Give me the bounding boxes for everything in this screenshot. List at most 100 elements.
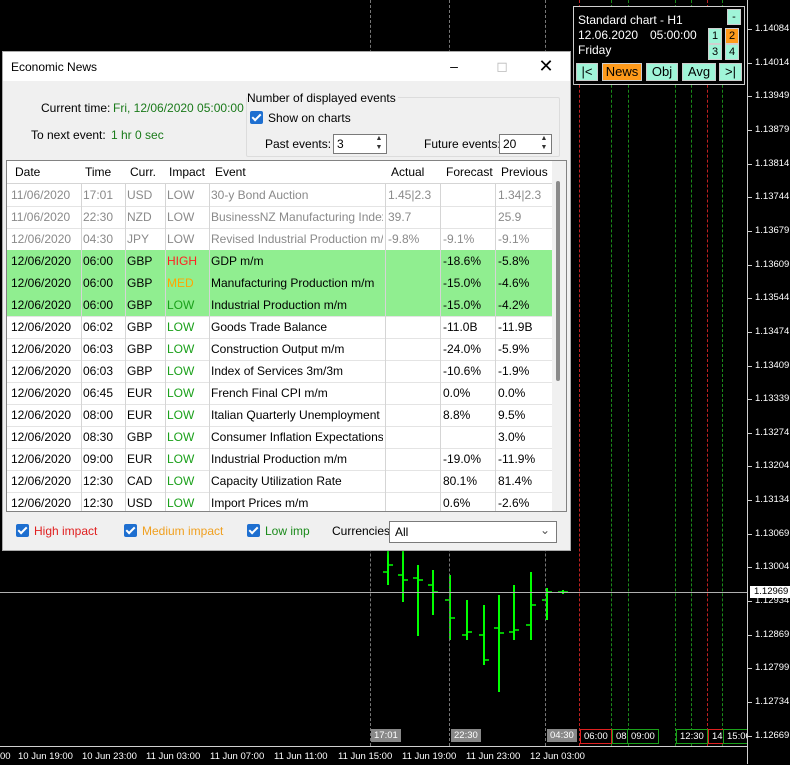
table-cell: 3.0% (498, 430, 526, 444)
column-separator (440, 316, 441, 338)
column-separator (209, 426, 210, 448)
column-header[interactable]: Forecast (446, 165, 493, 179)
scrollbar-thumb[interactable] (556, 181, 560, 381)
column-separator (495, 426, 496, 448)
price-tick (748, 500, 752, 501)
low-impact-checkbox[interactable] (247, 524, 260, 537)
column-separator (495, 228, 496, 250)
past-events-input[interactable]: 3 ▲ ▼ (333, 134, 387, 154)
column-separator (495, 250, 496, 272)
column-separator (385, 294, 386, 316)
table-row[interactable]: 11/06/2020 22:30 NZD LOW BusinessNZ Manufact… (7, 206, 552, 229)
spin-up-icon[interactable]: ▲ (538, 135, 550, 143)
column-separator (385, 404, 386, 426)
column-header[interactable]: Actual (391, 165, 424, 179)
column-separator (440, 470, 441, 492)
table-cell: 06:00 (83, 254, 114, 268)
column-separator (385, 316, 386, 338)
button-4[interactable]: 4 (725, 44, 739, 60)
table-cell: 08:00 (83, 408, 114, 422)
events-table[interactable]: Date Time Curr. Impact Event Actual Fore… (6, 160, 567, 512)
chart-day: Friday (578, 43, 612, 57)
column-separator (81, 360, 82, 382)
tab-avg[interactable]: Avg (682, 63, 716, 81)
table-row[interactable]: 12/06/2020 06:45 EUR LOW French Final CPI m/… (7, 382, 552, 405)
table-cell: 0.0% (498, 386, 526, 400)
show-on-charts-checkbox[interactable] (250, 111, 263, 124)
currencies-select[interactable]: All ⌄ (389, 521, 557, 543)
past-events-value: 3 (337, 137, 344, 151)
price-label: 1.13879 (755, 124, 790, 135)
time-label: 11 Jun 11:00 (274, 751, 328, 762)
price-label: 1.13744 (755, 191, 790, 202)
table-row[interactable]: 12/06/2020 08:00 EUR LOW Italian Quarterly U… (7, 404, 552, 427)
column-header[interactable]: Date (15, 165, 40, 179)
column-separator (440, 448, 441, 470)
high-impact-checkbox[interactable] (16, 524, 29, 537)
table-cell: Manufacturing Production m/m (211, 276, 375, 290)
table-row[interactable]: 12/06/2020 12:30 USD LOW Import Prices m/m 0.… (7, 492, 552, 511)
table-row[interactable]: 12/06/2020 06:00 GBP HIGH GDP m/m -18.6% -5.8% (7, 250, 552, 273)
maximize-window-icon[interactable]: ◻ (487, 56, 517, 76)
spin-down-icon[interactable]: ▼ (373, 144, 385, 152)
tab-last[interactable]: >| (719, 63, 742, 81)
table-row[interactable]: 12/06/2020 09:00 EUR LOW Industrial Producti… (7, 448, 552, 471)
column-separator (81, 184, 82, 206)
column-separator (385, 184, 386, 206)
column-separator (385, 382, 386, 404)
price-tick (748, 668, 752, 669)
tab-news[interactable]: News (602, 63, 642, 81)
table-row[interactable]: 11/06/2020 17:01 USD LOW 30-y Bond Auction 1.… (7, 184, 552, 207)
spin-down-icon[interactable]: ▼ (538, 144, 550, 152)
table-row[interactable]: 12/06/2020 06:00 GBP LOW Industrial Producti… (7, 294, 552, 317)
table-row[interactable]: 12/06/2020 06:02 GBP LOW Goods Trade Balance… (7, 316, 552, 339)
table-row[interactable]: 12/06/2020 08:30 GBP LOW Consumer Inflation … (7, 426, 552, 449)
column-separator (209, 470, 210, 492)
price-label: 1.12734 (755, 696, 790, 707)
price-label: 1.13339 (755, 393, 790, 404)
future-events-input[interactable]: 20 ▲ ▼ (499, 134, 552, 154)
table-cell: 12/06/2020 (11, 232, 72, 246)
table-row[interactable]: 12/06/2020 06:00 GBP MED Manufacturing Produ… (7, 272, 552, 295)
price-tick (748, 231, 752, 232)
column-separator (440, 360, 441, 382)
table-cell: 12/06/2020 (11, 254, 72, 268)
event-line (611, 0, 612, 746)
button-2[interactable]: 2 (725, 28, 739, 44)
column-header[interactable]: Event (215, 165, 246, 179)
table-row[interactable]: 12/06/2020 06:03 GBP LOW Construction Output… (7, 338, 552, 361)
price-label: 1.13679 (755, 225, 790, 236)
column-separator (209, 316, 210, 338)
spin-up-icon[interactable]: ▲ (373, 135, 385, 143)
table-row[interactable]: 12/06/2020 04:30 JPY LOW Revised Industrial … (7, 228, 552, 251)
event-line (675, 0, 676, 746)
column-separator (81, 250, 82, 272)
column-header[interactable]: Impact (169, 165, 205, 179)
column-header[interactable]: Previous (501, 165, 548, 179)
button-1[interactable]: 1 (708, 28, 722, 44)
column-header[interactable]: Time (85, 165, 111, 179)
event-tag: 04:30 (547, 729, 577, 742)
minimize-button[interactable]: - (727, 9, 741, 25)
medium-impact-checkbox[interactable] (124, 524, 137, 537)
table-scrollbar[interactable] (552, 161, 566, 511)
column-header[interactable]: Curr. (130, 165, 156, 179)
time-label: 00 (0, 751, 11, 762)
table-cell: 22:30 (83, 210, 114, 224)
table-cell: GBP (127, 364, 153, 378)
tab-obj[interactable]: Obj (646, 63, 678, 81)
dialog-titlebar[interactable]: Economic News – ◻ ✕ (3, 52, 570, 81)
table-row[interactable]: 12/06/2020 06:03 GBP LOW Index of Services 3… (7, 360, 552, 383)
column-separator (385, 448, 386, 470)
minimize-window-icon[interactable]: – (439, 56, 469, 76)
tab-first[interactable]: |< (576, 63, 598, 81)
button-3[interactable]: 3 (708, 44, 722, 60)
time-label: 11 Jun 23:00 (466, 751, 521, 762)
column-separator (165, 426, 166, 448)
close-icon[interactable]: ✕ (531, 56, 561, 76)
column-separator (125, 250, 126, 272)
column-separator (125, 426, 126, 448)
table-row[interactable]: 12/06/2020 12:30 CAD LOW Capacity Utilizatio… (7, 470, 552, 493)
time-label: 12 Jun 03:00 (530, 751, 585, 762)
table-cell: NZD (127, 210, 152, 224)
